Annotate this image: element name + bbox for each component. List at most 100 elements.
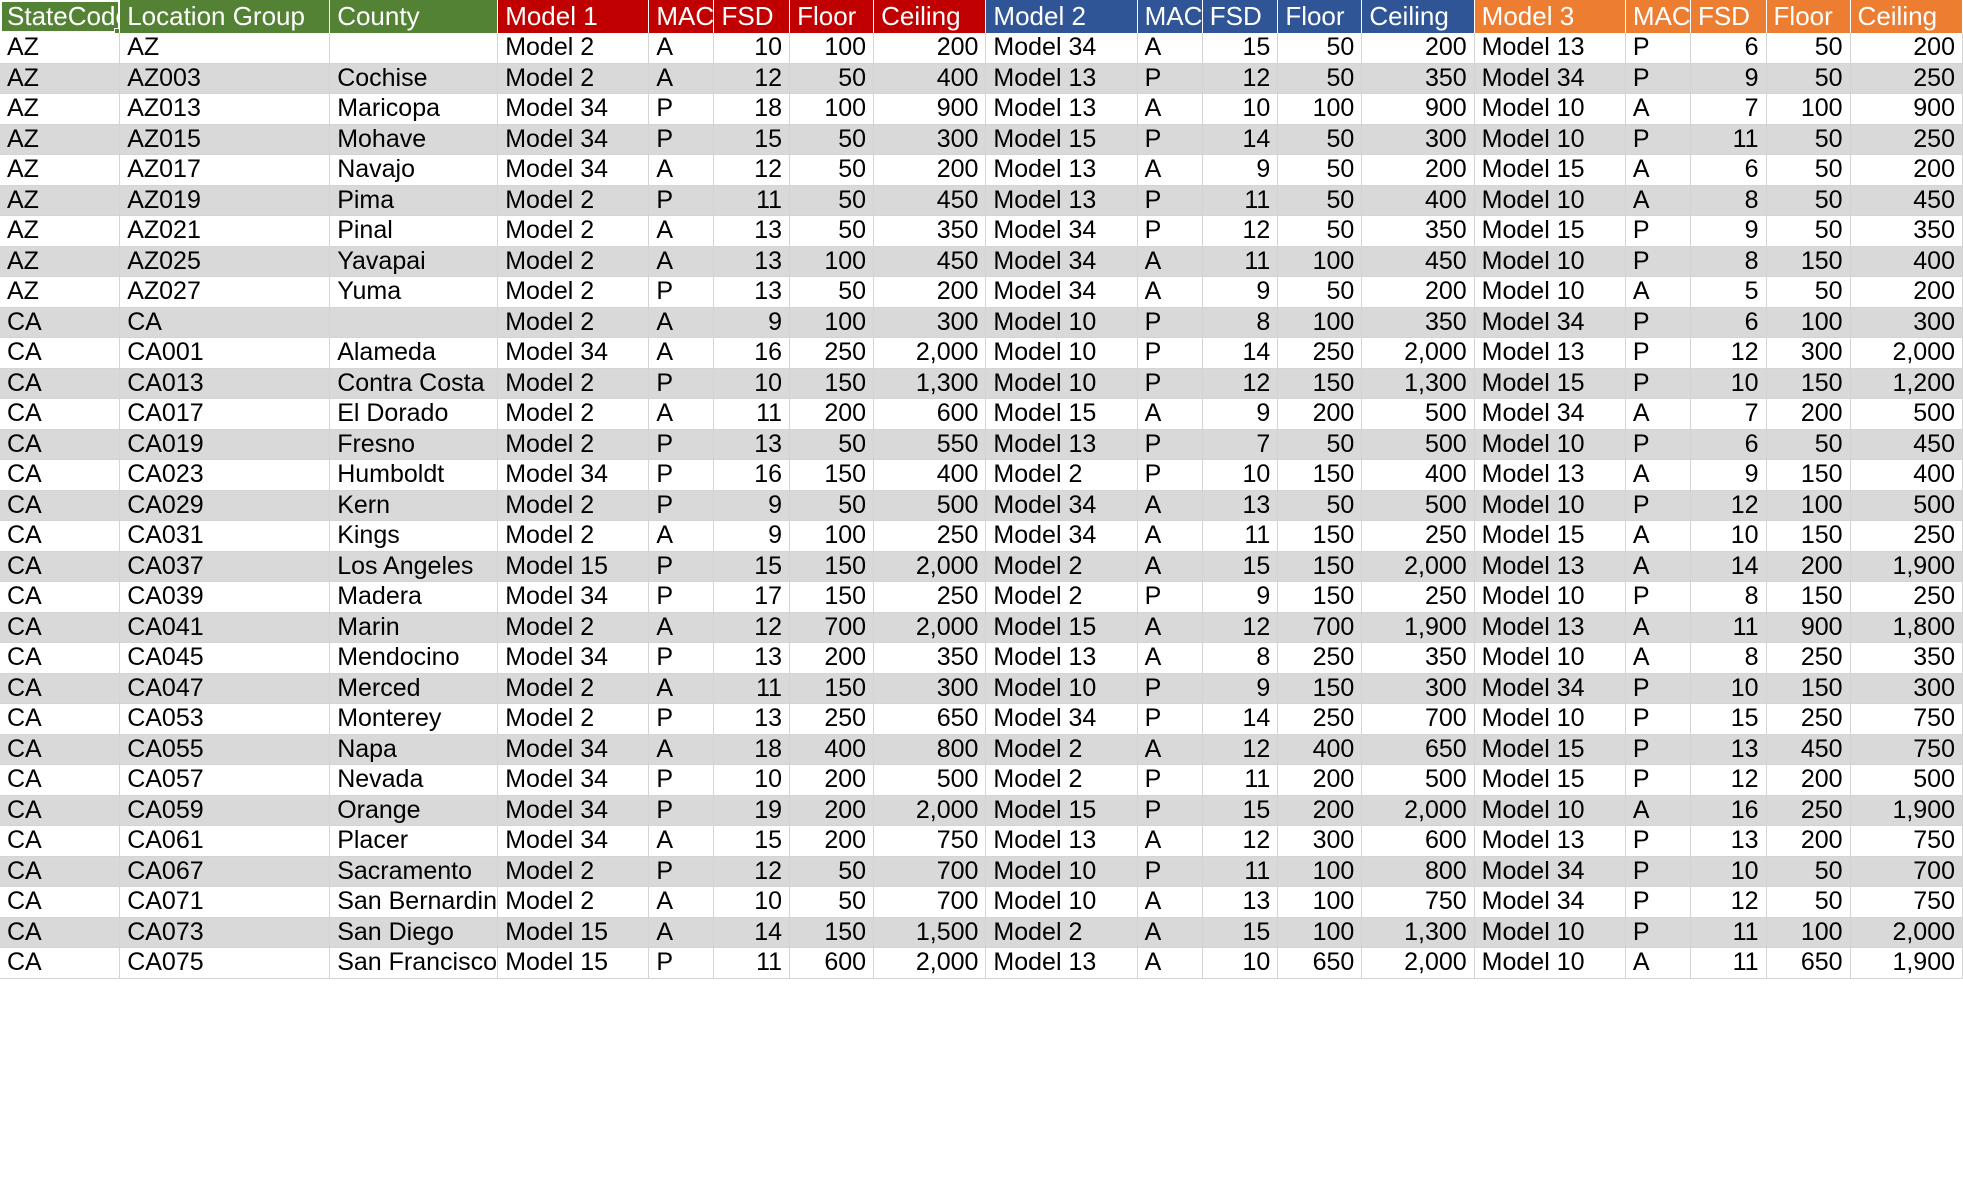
cell-model-2[interactable]: Model 34 [985,246,1138,277]
cell-model-1-ceiling[interactable]: 2,000 [873,612,987,643]
cell-model-1-floor[interactable]: 50 [789,154,875,186]
cell-model-1-mac[interactable]: A [648,917,715,948]
cell-model-1-fsd[interactable]: 12 [713,612,791,643]
cell-model-2-ceiling[interactable]: 250 [1361,581,1475,613]
cell-model-2-ceiling[interactable]: 1,300 [1361,368,1475,399]
cell-model-2-floor[interactable]: 250 [1277,642,1363,674]
cell-location-group[interactable]: CA075 [119,947,331,979]
cell-model-2-ceiling[interactable]: 300 [1361,124,1475,155]
cell-model-2-fsd[interactable]: 11 [1202,185,1279,216]
cell-model-1-floor[interactable]: 700 [789,612,875,643]
table-row[interactable]: AZ AZ Model 2 A 10 100 200 Model 34 A 15 50 200 Mode… [0,33,1963,64]
cell-model-3-ceiling[interactable]: 250 [1850,581,1963,613]
table-row[interactable]: CA CA075 San Francisco Model 15 P 11 600 2,000 M… [0,947,1963,979]
cell-model-2-floor[interactable]: 50 [1277,215,1363,247]
header-model-1-floor[interactable]: Floor [789,0,874,33]
cell-statecode[interactable]: CA [0,337,121,369]
cell-statecode[interactable]: CA [0,368,121,399]
cell-model-3-fsd[interactable]: 8 [1690,581,1767,613]
cell-model-2-floor[interactable]: 200 [1277,398,1363,430]
cell-model-2-ceiling[interactable]: 200 [1361,276,1475,308]
cell-model-2-floor[interactable]: 50 [1277,63,1363,94]
cell-model-2[interactable]: Model 10 [985,886,1138,918]
cell-model-2-mac[interactable]: P [1137,856,1203,887]
cell-model-3-mac[interactable]: A [1625,276,1691,308]
cell-model-1-ceiling[interactable]: 600 [873,398,987,430]
cell-model-1-mac[interactable]: A [648,734,715,765]
cell-model-2-fsd[interactable]: 7 [1202,429,1279,460]
cell-model-3-floor[interactable]: 250 [1766,642,1851,674]
cell-model-2-mac[interactable]: P [1137,581,1203,613]
cell-model-2-fsd[interactable]: 11 [1202,856,1279,887]
cell-model-1[interactable]: Model 2 [497,185,650,216]
data-grid[interactable]: StateCode Location Group County Model 1 … [0,0,1963,979]
cell-model-3[interactable]: Model 10 [1474,246,1626,277]
cell-model-2-mac[interactable]: P [1137,429,1203,460]
cell-model-3-ceiling[interactable]: 1,200 [1850,368,1963,399]
cell-model-2-ceiling[interactable]: 350 [1361,63,1475,94]
cell-county[interactable]: Humboldt [329,459,499,491]
cell-model-1-ceiling[interactable]: 650 [873,703,987,735]
cell-location-group[interactable]: CA057 [119,764,331,796]
cell-location-group[interactable]: AZ017 [119,154,331,186]
cell-model-1-mac[interactable]: P [648,93,715,125]
cell-statecode[interactable]: AZ [0,93,121,125]
cell-model-3[interactable]: Model 10 [1474,947,1626,979]
cell-model-1-fsd[interactable]: 10 [713,33,791,64]
cell-model-3-fsd[interactable]: 9 [1690,63,1767,94]
cell-model-3[interactable]: Model 10 [1474,93,1626,125]
cell-model-1-ceiling[interactable]: 500 [873,764,987,796]
cell-model-1-fsd[interactable]: 13 [713,703,791,735]
cell-model-2-mac[interactable]: A [1137,734,1203,765]
header-location-group[interactable]: Location Group [119,0,330,33]
cell-statecode[interactable]: CA [0,947,121,979]
cell-model-1[interactable]: Model 34 [497,459,650,491]
cell-model-3-mac[interactable]: A [1625,520,1691,552]
cell-model-3[interactable]: Model 34 [1474,63,1626,94]
cell-model-1-ceiling[interactable]: 2,000 [873,551,987,582]
cell-model-1-ceiling[interactable]: 450 [873,246,987,277]
cell-model-2-floor[interactable]: 50 [1277,276,1363,308]
cell-model-1-ceiling[interactable]: 550 [873,429,987,460]
cell-model-3-ceiling[interactable]: 300 [1850,673,1963,704]
cell-model-2[interactable]: Model 34 [985,33,1138,64]
cell-model-1[interactable]: Model 2 [497,490,650,521]
cell-model-2-ceiling[interactable]: 500 [1361,764,1475,796]
cell-model-2-fsd[interactable]: 14 [1202,124,1279,155]
cell-model-1-mac[interactable]: A [648,33,715,64]
cell-model-1-mac[interactable]: A [648,398,715,430]
cell-model-2-mac[interactable]: A [1137,276,1203,308]
table-row[interactable]: CA CA Model 2 A 9 100 300 Model 10 P 8 100 350 Model… [0,307,1963,338]
cell-model-1-fsd[interactable]: 13 [713,215,791,247]
cell-model-3[interactable]: Model 13 [1474,337,1626,369]
cell-location-group[interactable]: AZ015 [119,124,331,155]
cell-model-2[interactable]: Model 13 [985,825,1138,857]
cell-statecode[interactable]: CA [0,459,121,491]
cell-model-3-ceiling[interactable]: 250 [1850,63,1963,94]
cell-model-1-mac[interactable]: A [648,63,715,94]
cell-model-2-ceiling[interactable]: 250 [1361,520,1475,552]
cell-model-3[interactable]: Model 34 [1474,307,1626,338]
cell-model-1-floor[interactable]: 400 [789,734,875,765]
cell-model-3-fsd[interactable]: 12 [1690,490,1767,521]
cell-model-2[interactable]: Model 34 [985,276,1138,308]
cell-statecode[interactable]: CA [0,703,121,735]
cell-model-3-floor[interactable]: 250 [1766,795,1851,826]
cell-model-3-mac[interactable]: A [1625,185,1691,216]
cell-model-2-mac[interactable]: A [1137,825,1203,857]
cell-statecode[interactable]: AZ [0,154,121,186]
cell-model-2-ceiling[interactable]: 2,000 [1361,947,1475,979]
cell-model-1-ceiling[interactable]: 300 [873,124,987,155]
cell-statecode[interactable]: CA [0,490,121,521]
cell-model-1-floor[interactable]: 200 [789,642,875,674]
cell-model-3[interactable]: Model 15 [1474,368,1626,399]
cell-model-3-floor[interactable]: 150 [1766,520,1851,552]
cell-model-3[interactable]: Model 15 [1474,764,1626,796]
cell-location-group[interactable]: CA061 [119,825,331,857]
cell-model-3-floor[interactable]: 50 [1766,215,1851,247]
cell-model-3-ceiling[interactable]: 500 [1850,490,1963,521]
cell-model-1-mac[interactable]: P [648,124,715,155]
cell-model-1-floor[interactable]: 100 [789,307,875,338]
cell-model-2-ceiling[interactable]: 500 [1361,398,1475,430]
cell-model-3-floor[interactable]: 100 [1766,490,1851,521]
